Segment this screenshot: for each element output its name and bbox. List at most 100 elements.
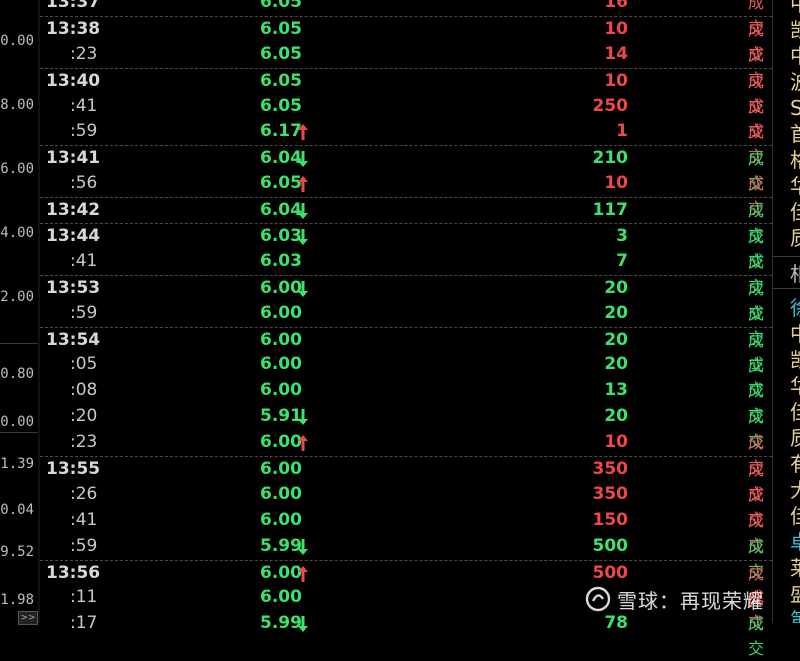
arrow-up-icon (298, 565, 308, 582)
stock-list-item-char[interactable]: 有 (790, 452, 800, 476)
trade-price: 6.00 (260, 329, 302, 350)
stock-list-item-char[interactable]: 首 (790, 122, 800, 146)
trade-time: :23 (70, 432, 98, 453)
trade-row[interactable]: :59 6.00 20 成交 (40, 301, 772, 348)
trade-row[interactable]: 13:56 6.00 500 成交 (40, 559, 772, 608)
trade-price: 6.05 (260, 43, 302, 64)
axis-tick-label: 0.00 (0, 414, 34, 430)
trade-price: 6.00 (260, 380, 302, 401)
trade-time: 13:38 (46, 18, 101, 39)
trade-row[interactable]: 13:44 6.03 3 成交 (40, 223, 772, 271)
trade-row[interactable]: :26 6.00 350 成交 (40, 482, 772, 529)
stock-list-item-char[interactable]: 中 (790, 44, 800, 68)
stock-list-item-char[interactable]: 凯 (790, 348, 800, 372)
stock-list-item-char[interactable]: 卓 (790, 530, 800, 554)
arrow-down-icon (298, 229, 308, 246)
trade-row[interactable]: :08 6.00 13 成交 (40, 378, 772, 425)
stock-list-item-char[interactable]: 盛 (790, 582, 800, 606)
trade-row[interactable]: 13:41 6.04 210 成交 (40, 145, 772, 193)
trade-row[interactable]: 13:55 6.00 350 成交 (40, 456, 772, 504)
trade-volume: 117 (592, 200, 629, 221)
trade-time: :59 (70, 302, 98, 323)
trade-volume: 350 (592, 459, 629, 480)
stock-list-item-char[interactable]: 华 (790, 174, 800, 198)
trade-volume: 350 (592, 483, 629, 504)
stock-list-item-char[interactable]: 佳 (790, 504, 800, 528)
stock-list-item-char[interactable]: S (790, 96, 800, 120)
right-stock-list-panel: 中凯中波S首格华佳质相徐中凯华佳质有大佳卓莱盛第 (772, 0, 800, 623)
trade-row[interactable]: :23 6.05 14 成交 (40, 42, 772, 89)
arrow-down-icon (298, 538, 308, 555)
stock-list-item-char[interactable]: 佳 (790, 200, 800, 224)
stock-list-item-char[interactable]: 第 (790, 608, 800, 623)
trade-row[interactable]: 13:53 6.00 20 成交 (40, 274, 772, 323)
trade-row[interactable]: 13:40 6.05 10 成交 (40, 67, 772, 116)
trade-price: 6.00 (260, 302, 302, 323)
stock-list-item-char[interactable]: 相 (790, 262, 800, 286)
trade-row[interactable]: :41 6.05 250 成交 (40, 94, 772, 141)
trade-row[interactable]: :56 6.05 10 成交 (40, 171, 772, 218)
trade-row[interactable]: :59 5.99 500 成交 (40, 534, 772, 581)
stock-list-item-char[interactable]: 质 (790, 426, 800, 450)
trade-time: :20 (70, 406, 98, 427)
stock-list-item-char[interactable]: 格 (790, 148, 800, 172)
arrow-down-icon (298, 280, 308, 297)
trade-volume: 16 (604, 0, 628, 12)
watermark-text: 雪球：再现荣耀 (617, 588, 764, 613)
trade-row[interactable]: 13:42 6.04 117 成交 (40, 197, 772, 245)
trade-price: 6.00 (260, 277, 302, 298)
trade-time: :56 (70, 173, 98, 194)
panel-separator (773, 256, 800, 257)
stock-list-item-char[interactable]: 莱 (790, 556, 800, 580)
watermark: 雪球：再现荣耀 (585, 584, 764, 614)
stock-list-item-char[interactable]: 大 (790, 478, 800, 502)
trade-price: 6.00 (260, 354, 302, 375)
trade-price: 6.05 (260, 95, 302, 116)
stock-list-item-char[interactable]: 佳 (790, 400, 800, 424)
trade-price: 6.03 (260, 250, 302, 271)
trade-price: 6.00 (260, 483, 302, 504)
trade-price: 6.00 (260, 562, 302, 583)
trade-time: :59 (70, 535, 98, 556)
stock-list-item-char[interactable]: 华 (790, 374, 800, 398)
trade-volume: 20 (604, 354, 628, 375)
axis-tick-label: 1.39 (0, 456, 34, 472)
axis-tick-label: 4.00 (0, 225, 34, 241)
arrow-up-icon (298, 124, 308, 141)
stock-list-item-char[interactable]: 波 (790, 70, 800, 94)
trade-volume: 210 (592, 148, 629, 169)
stock-list-item-char[interactable]: 徐 (790, 296, 800, 320)
trade-price: 6.04 (260, 148, 302, 169)
stock-list-item-char[interactable]: 质 (790, 226, 800, 250)
trade-time: :41 (70, 250, 98, 271)
trade-row[interactable]: :41 6.03 7 成交 (40, 249, 772, 296)
trade-row[interactable]: :41 6.00 150 成交 (40, 508, 772, 555)
trade-detail-list: 13:37 6.05 16 成交 13:38 6.05 10 成交:23 6.05 14 成交 13:… (40, 0, 772, 658)
trade-row[interactable]: 13:38 6.05 10 成交 (40, 15, 772, 64)
trade-time: :17 (70, 613, 98, 634)
arrow-up-icon (298, 435, 308, 452)
trade-row[interactable]: :05 6.00 20 成交 (40, 352, 772, 399)
stock-list-item-char[interactable]: 中 (790, 0, 800, 16)
axis-tick-label: 2.00 (0, 289, 34, 305)
axis-tick-label: 8.00 (0, 97, 34, 113)
axis-tick-label: 9.52 (0, 544, 34, 560)
trade-price: 6.03 (260, 226, 302, 247)
trade-row[interactable]: :59 6.17 1 成交 (40, 119, 772, 166)
trade-price: 6.04 (260, 200, 302, 221)
trade-row[interactable]: :23 6.00 10 成交 (40, 430, 772, 477)
axis-tick-label: 6.00 (0, 161, 34, 177)
trade-row[interactable]: 13:37 6.05 16 成交 (40, 0, 772, 37)
trade-price: 5.99 (260, 535, 302, 556)
trade-volume: 500 (592, 535, 629, 556)
trade-time: :59 (70, 121, 98, 142)
trade-price: 6.05 (260, 70, 302, 91)
trade-row[interactable]: 13:54 6.00 20 成交 (40, 326, 772, 375)
stock-list-item-char[interactable]: 中 (790, 322, 800, 346)
trade-row[interactable]: :17 5.99 78 成交 (40, 611, 772, 658)
stock-list-item-char[interactable]: 凯 (790, 18, 800, 42)
trade-volume: 20 (604, 302, 628, 323)
trade-row[interactable]: :20 5.91 20 成交 (40, 404, 772, 451)
trade-price: 6.00 (260, 432, 302, 453)
trade-price: 6.00 (260, 509, 302, 530)
